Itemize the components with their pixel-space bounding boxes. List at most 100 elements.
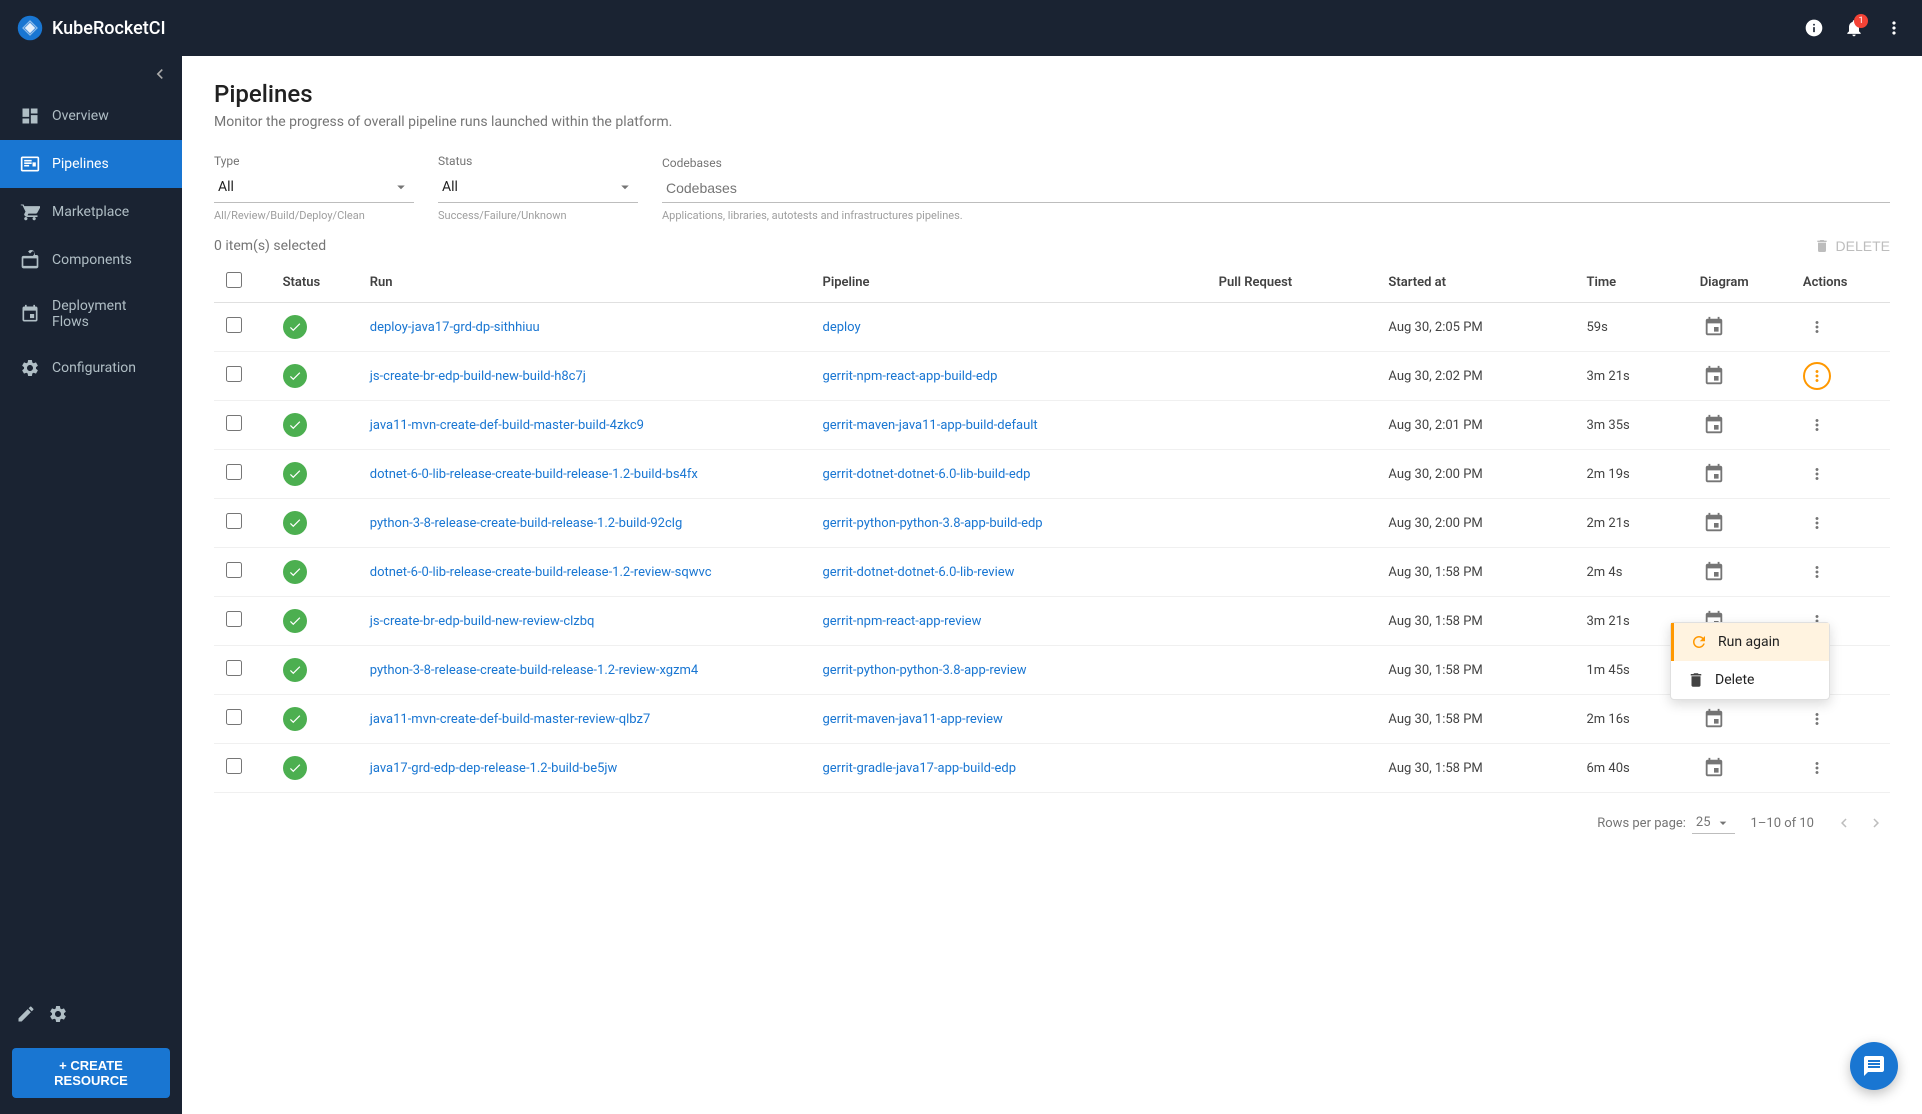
table-row: dotnet-6-0-lib-release-create-build-rele… — [214, 548, 1890, 597]
actions-button-9[interactable] — [1803, 705, 1831, 733]
col-time: Time — [1575, 262, 1688, 303]
run-link-7[interactable]: js-create-br-edp-build-new-review-clzbq — [370, 614, 595, 629]
filter-status-select[interactable]: All — [438, 172, 638, 203]
pipeline-link-3[interactable]: gerrit-maven-java11-app-build-default — [822, 418, 1037, 433]
pipeline-link-4[interactable]: gerrit-dotnet-dotnet-6.0-lib-build-edp — [822, 467, 1030, 482]
row-checkbox-8[interactable] — [226, 660, 242, 676]
pipeline-link-6[interactable]: gerrit-dotnet-dotnet-6.0-lib-review — [822, 565, 1014, 580]
row-checkbox-7[interactable] — [226, 611, 242, 627]
filters-row: Type All All/Review/Build/Deploy/Clean S… — [214, 154, 1890, 222]
diagram-icon-4[interactable] — [1700, 460, 1728, 488]
create-resource-button[interactable]: + CREATE RESOURCE — [12, 1048, 170, 1098]
pipeline-link-7[interactable]: gerrit-npm-react-app-review — [822, 614, 981, 629]
settings-icon[interactable] — [48, 1004, 68, 1028]
row-checkbox-10[interactable] — [226, 758, 242, 774]
started-at-1: Aug 30, 2:05 PM — [1376, 303, 1574, 352]
actions-button-3[interactable] — [1803, 411, 1831, 439]
run-link-1[interactable]: deploy-java17-grd-dp-sithhiuu — [370, 320, 540, 335]
actions-button-6[interactable] — [1803, 558, 1831, 586]
notification-icon[interactable]: 1 — [1842, 16, 1866, 40]
filter-type-hint: All/Review/Build/Deploy/Clean — [214, 209, 414, 222]
pipeline-link-5[interactable]: gerrit-python-python-3.8-app-build-edp — [822, 516, 1042, 531]
prev-page-button[interactable] — [1830, 809, 1858, 837]
sidebar-item-configuration[interactable]: Configuration — [0, 344, 182, 392]
filter-type-select[interactable]: All — [214, 172, 414, 203]
run-link-9[interactable]: java11-mvn-create-def-build-master-revie… — [370, 712, 651, 727]
chevron-down-icon-2 — [616, 178, 634, 196]
sidebar-item-pipelines[interactable]: Pipelines — [0, 140, 182, 188]
diagram-icon-2[interactable] — [1700, 362, 1728, 390]
table-row: dotnet-6-0-lib-release-create-build-rele… — [214, 450, 1890, 499]
actions-button-1[interactable] — [1803, 313, 1831, 341]
row-checkbox-4[interactable] — [226, 464, 242, 480]
more-icon[interactable] — [1882, 16, 1906, 40]
diagram-icon-6[interactable] — [1700, 558, 1728, 586]
actions-button-2[interactable] — [1803, 362, 1831, 390]
started-at-5: Aug 30, 2:00 PM — [1376, 499, 1574, 548]
run-link-6[interactable]: dotnet-6-0-lib-release-create-build-rele… — [370, 565, 712, 580]
sidebar-item-label-marketplace: Marketplace — [52, 204, 129, 220]
pipeline-link-2[interactable]: gerrit-npm-react-app-build-edp — [822, 369, 997, 384]
sidebar-item-deployment-flows[interactable]: Deployment Flows — [0, 284, 182, 344]
pipeline-link-9[interactable]: gerrit-maven-java11-app-review — [822, 712, 1002, 727]
diagram-icon-9[interactable] — [1700, 705, 1728, 733]
chat-fab[interactable] — [1850, 1042, 1898, 1090]
run-link-3[interactable]: java11-mvn-create-def-build-master-build… — [370, 418, 644, 433]
diagram-icon-10[interactable] — [1700, 754, 1728, 782]
row-checkbox-5[interactable] — [226, 513, 242, 529]
time-4: 2m 19s — [1575, 450, 1688, 499]
next-page-button[interactable] — [1862, 809, 1890, 837]
diagram-icon-3[interactable] — [1700, 411, 1728, 439]
diagram-icon-5[interactable] — [1700, 509, 1728, 537]
row-checkbox-2[interactable] — [226, 366, 242, 382]
status-success-7 — [283, 609, 307, 633]
table-toolbar: 0 item(s) selected DELETE — [214, 238, 1890, 254]
run-link-8[interactable]: python-3-8-release-create-build-release-… — [370, 663, 699, 678]
context-menu-run-again[interactable]: Run again — [1671, 623, 1829, 661]
delete-icon — [1814, 238, 1830, 254]
actions-button-10[interactable] — [1803, 754, 1831, 782]
pull-request-7 — [1207, 597, 1377, 646]
actions-button-4[interactable] — [1803, 460, 1831, 488]
filter-status-hint: Success/Failure/Unknown — [438, 209, 638, 222]
topbar-actions: 1 — [1802, 16, 1906, 40]
row-checkbox-3[interactable] — [226, 415, 242, 431]
row-checkbox-1[interactable] — [226, 317, 242, 333]
run-link-5[interactable]: python-3-8-release-create-build-release-… — [370, 516, 683, 531]
rows-per-page-select[interactable]: 25 — [1692, 813, 1735, 834]
sidebar-item-overview[interactable]: Overview — [0, 92, 182, 140]
sidebar: Overview Pipelines Marketplace Component… — [0, 56, 182, 1114]
run-link-4[interactable]: dotnet-6-0-lib-release-create-build-rele… — [370, 467, 698, 482]
row-checkbox-9[interactable] — [226, 709, 242, 725]
table-row: js-create-br-edp-build-new-build-h8c7j g… — [214, 352, 1890, 401]
sidebar-item-marketplace[interactable]: Marketplace — [0, 188, 182, 236]
table-header: Status Run Pipeline Pull Request Started… — [214, 262, 1890, 303]
main-content: Pipelines Monitor the progress of overal… — [182, 56, 1922, 1114]
pipeline-link-8[interactable]: gerrit-python-python-3.8-app-review — [822, 663, 1026, 678]
delete-menu-label: Delete — [1715, 672, 1754, 688]
actions-button-5[interactable] — [1803, 509, 1831, 537]
pipeline-link-10[interactable]: gerrit-gradle-java17-app-build-edp — [822, 761, 1016, 776]
status-success-8 — [283, 658, 307, 682]
context-menu-delete[interactable]: Delete — [1671, 661, 1829, 699]
select-all-checkbox[interactable] — [226, 272, 242, 288]
edit-icon[interactable] — [16, 1004, 36, 1028]
time-10: 6m 40s — [1575, 744, 1688, 793]
run-link-2[interactable]: js-create-br-edp-build-new-build-h8c7j — [370, 369, 586, 384]
row-checkbox-6[interactable] — [226, 562, 242, 578]
sidebar-item-components[interactable]: Components — [0, 236, 182, 284]
sidebar-bottom — [0, 992, 182, 1040]
pipeline-link-1[interactable]: deploy — [822, 320, 860, 335]
run-link-10[interactable]: java17-grd-edp-dep-release-1.2-build-be5… — [370, 761, 618, 776]
sidebar-toggle[interactable] — [0, 56, 182, 92]
info-icon[interactable] — [1802, 16, 1826, 40]
selected-count: 0 item(s) selected — [214, 238, 326, 254]
codebases-input[interactable] — [662, 174, 1890, 203]
filter-codebases-label: Codebases — [662, 156, 1890, 170]
time-1: 59s — [1575, 303, 1688, 352]
diagram-icon-1[interactable] — [1700, 313, 1728, 341]
delete-button[interactable]: DELETE — [1814, 238, 1890, 254]
prev-icon — [1835, 814, 1853, 832]
sidebar-item-label-components: Components — [52, 252, 132, 268]
started-at-8: Aug 30, 1:58 PM — [1376, 646, 1574, 695]
